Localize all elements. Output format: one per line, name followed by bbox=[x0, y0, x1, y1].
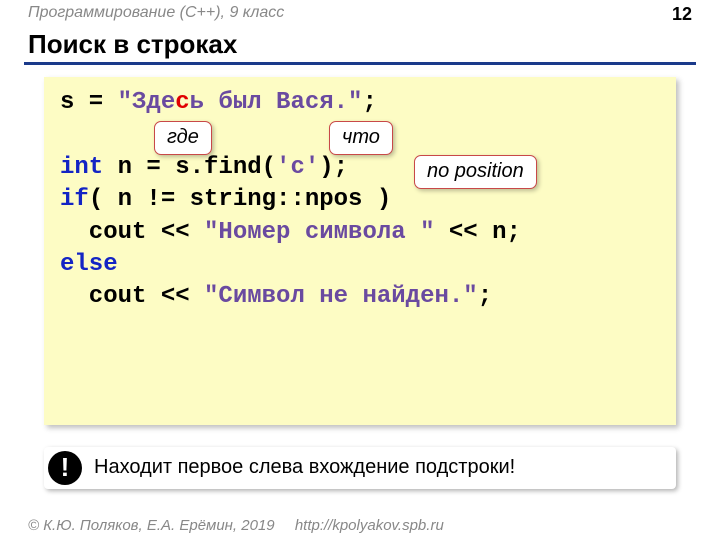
code-text: ); bbox=[319, 154, 348, 181]
code-text: cout << bbox=[60, 283, 204, 310]
code-text: ; bbox=[362, 89, 376, 116]
callout-no-position: no position bbox=[414, 155, 537, 189]
note-box: ! Находит первое слева вхождение подстро… bbox=[44, 447, 676, 489]
slide-header: Программирование (С++), 9 класс 12 bbox=[0, 0, 720, 25]
code-string: 'с' bbox=[276, 154, 319, 181]
footer-link[interactable]: http://kpolyakov.spb.ru bbox=[295, 517, 444, 534]
code-text: n = s.find( bbox=[103, 154, 276, 181]
slide-footer: © К.Ю. Поляков, Е.А. Ерёмин, 2019 http:/… bbox=[28, 517, 444, 534]
copyright-text: © К.Ю. Поляков, Е.А. Ерёмин, 2019 bbox=[28, 517, 275, 534]
code-string: "Номер символа " bbox=[204, 219, 434, 246]
code-highlight: с bbox=[175, 89, 189, 116]
callout-where: где bbox=[154, 121, 212, 155]
code-text: cout << bbox=[60, 219, 204, 246]
code-keyword: int bbox=[60, 154, 103, 181]
note-text: Находит первое слева вхождение подстроки… bbox=[94, 456, 515, 479]
code-string: "Зде bbox=[118, 89, 176, 116]
code-block: s = "Здесь был Вася."; int n = s.find('с… bbox=[44, 77, 676, 425]
code-text: s = bbox=[60, 89, 118, 116]
page-number: 12 bbox=[672, 4, 692, 25]
code-string: ь был Вася." bbox=[190, 89, 363, 116]
exclamation-icon: ! bbox=[48, 451, 82, 485]
code-text: << n; bbox=[434, 219, 520, 246]
code-keyword: if bbox=[60, 186, 89, 213]
title-underline bbox=[24, 62, 696, 65]
code-string: "Символ не найден." bbox=[204, 283, 478, 310]
course-name: Программирование (С++), 9 класс bbox=[28, 4, 284, 25]
code-keyword: else bbox=[60, 251, 118, 278]
code-text: ; bbox=[478, 283, 492, 310]
code-text: ( n != string::npos ) bbox=[89, 186, 391, 213]
callout-what: что bbox=[329, 121, 393, 155]
page-title: Поиск в строках bbox=[0, 25, 720, 62]
